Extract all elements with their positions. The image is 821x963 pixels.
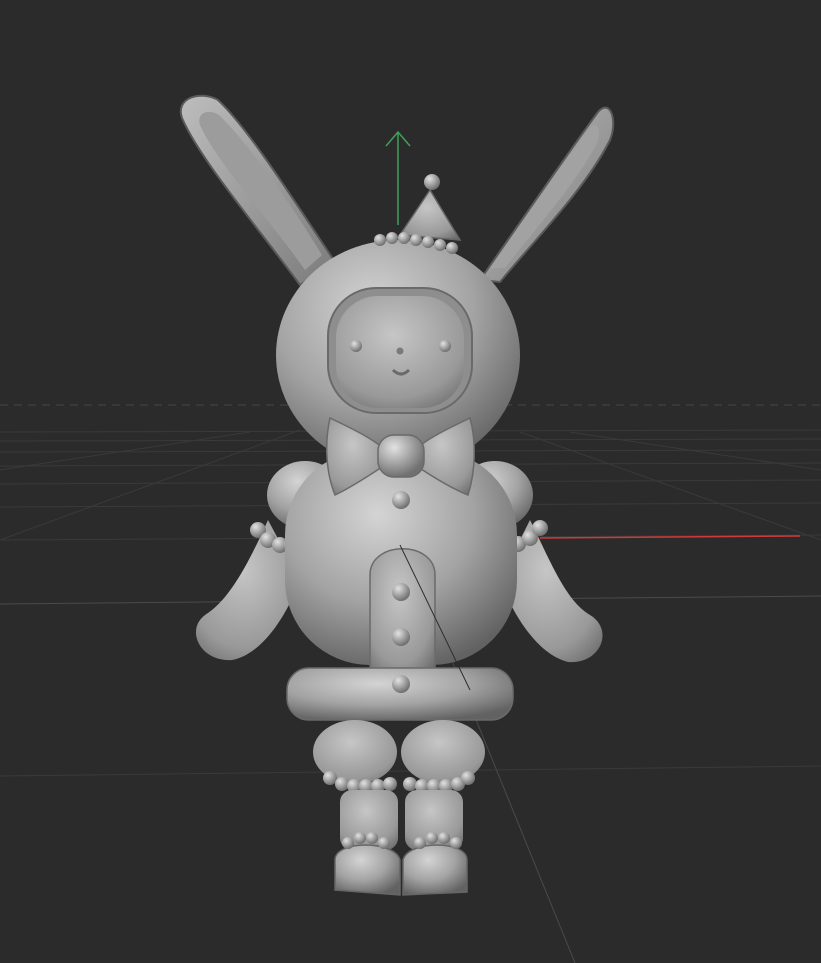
arrow-up-icon[interactable]	[385, 130, 411, 225]
left-ear	[179, 94, 337, 287]
left-arm	[195, 520, 300, 661]
3d-viewport[interactable]	[0, 0, 821, 963]
viewport-canvas[interactable]	[0, 0, 821, 963]
bunny-model[interactable]	[179, 94, 615, 896]
party-hat	[398, 174, 462, 241]
right-ear	[478, 106, 615, 284]
front-panel	[369, 548, 436, 676]
face	[327, 287, 473, 414]
